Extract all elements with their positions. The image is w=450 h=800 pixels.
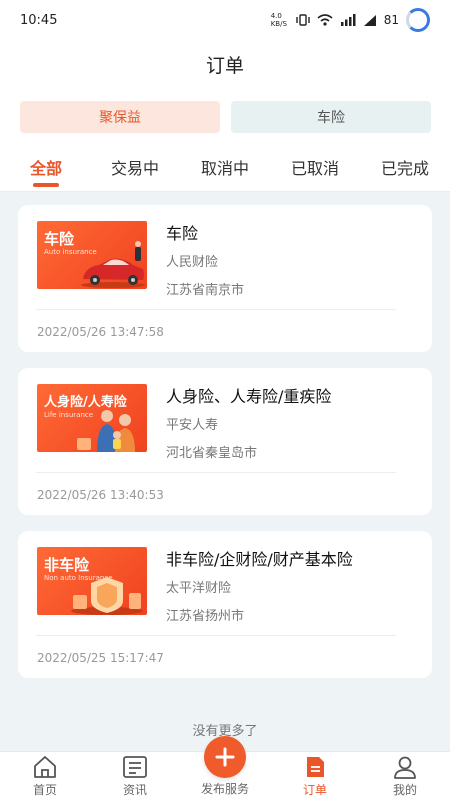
tab-label: 订单 bbox=[302, 783, 327, 797]
home-icon bbox=[34, 756, 56, 778]
order-title: 车险 bbox=[166, 224, 199, 243]
order-time: 2022/05/26 13:47:58 bbox=[37, 325, 164, 339]
network-speed: 4.0 KB/S bbox=[270, 12, 287, 28]
order-company: 平安人寿 bbox=[166, 418, 219, 433]
order-card[interactable]: 非车险 Non auto Insurance 非车险/企财险/财产基本险 太平洋… bbox=[18, 531, 432, 678]
segment-jubaoyi[interactable]: 聚保益 bbox=[20, 101, 220, 133]
status-tabs: 全部 交易中 取消中 已取消 已完成 bbox=[0, 150, 450, 190]
status-time: 10:45 bbox=[20, 12, 58, 28]
order-title: 非车险/企财险/财产基本险 bbox=[166, 550, 353, 569]
order-icon bbox=[307, 757, 324, 777]
car-illustration bbox=[81, 241, 145, 288]
order-location: 江苏省南京市 bbox=[166, 283, 245, 298]
order-company: 太平洋财险 bbox=[166, 581, 232, 596]
card-divider bbox=[36, 635, 396, 636]
publish-service-label[interactable]: 发布服务 bbox=[185, 780, 265, 797]
tab-home[interactable]: 首页 bbox=[5, 752, 85, 800]
signal-icon bbox=[340, 14, 356, 26]
thumbnail-title: 车险 bbox=[44, 230, 75, 248]
card-divider bbox=[36, 309, 396, 310]
segment-auto-insurance[interactable]: 车险 bbox=[231, 101, 431, 133]
order-location: 江苏省扬州市 bbox=[166, 609, 245, 624]
nav-bar: 订单 bbox=[0, 40, 450, 88]
order-thumbnail: 人身险/人寿险 Life insurance bbox=[37, 384, 147, 452]
thumbnail-title: 非车险 bbox=[44, 556, 90, 574]
active-tab-indicator bbox=[33, 183, 59, 187]
publish-service-button[interactable] bbox=[204, 736, 246, 778]
user-icon bbox=[394, 756, 416, 779]
order-time: 2022/05/25 15:17:47 bbox=[37, 651, 164, 665]
order-thumbnail: 车险 Auto insurance bbox=[37, 221, 147, 289]
order-title: 人身险、人寿险/重疾险 bbox=[166, 387, 332, 406]
filter-header: 聚保益 车险 全部 交易中 取消中 已取消 已完成 bbox=[0, 88, 450, 192]
battery-icon bbox=[406, 8, 430, 32]
wifi-icon bbox=[317, 14, 333, 26]
order-company: 人民财险 bbox=[166, 255, 219, 270]
status-bar: 10:45 4.0 KB/S 81 bbox=[0, 0, 450, 40]
news-icon bbox=[123, 756, 147, 778]
tab-news[interactable]: 资讯 bbox=[95, 752, 175, 800]
tab-label: 我的 bbox=[392, 783, 417, 797]
signal-icon-2 bbox=[363, 15, 376, 26]
tab-mine[interactable]: 我的 bbox=[365, 752, 445, 800]
page-title: 订单 bbox=[205, 54, 244, 77]
tab-cancelling[interactable]: 取消中 bbox=[201, 155, 249, 179]
battery-level: 81 bbox=[383, 13, 399, 27]
tab-cancelled[interactable]: 已取消 bbox=[291, 155, 339, 179]
shield-illustration bbox=[71, 577, 143, 615]
tab-completed[interactable]: 已完成 bbox=[381, 155, 429, 179]
status-icons: 4.0 KB/S 81 bbox=[271, 8, 430, 32]
tab-label: 首页 bbox=[32, 783, 57, 797]
tab-label: 资讯 bbox=[122, 783, 147, 797]
order-location: 河北省秦皇岛市 bbox=[166, 446, 258, 461]
family-illustration bbox=[77, 410, 135, 452]
segment-label: 车险 bbox=[317, 110, 345, 126]
tab-orders[interactable]: 订单 bbox=[275, 752, 355, 800]
vibrate-icon bbox=[296, 14, 310, 26]
plus-icon bbox=[215, 747, 235, 767]
order-thumbnail: 非车险 Non auto Insurance bbox=[37, 547, 147, 615]
order-card[interactable]: 人身险/人寿险 Life insurance 人身险、人寿险/重疾险 平安人寿 … bbox=[18, 368, 432, 515]
segment-label: 聚保益 bbox=[99, 110, 141, 126]
card-divider bbox=[36, 472, 396, 473]
order-card[interactable]: 车险 Auto insurance 车险 人民财险 江苏省南京市 2022/05… bbox=[18, 205, 432, 352]
tab-all[interactable]: 全部 bbox=[30, 155, 62, 179]
tab-in-progress[interactable]: 交易中 bbox=[111, 155, 159, 179]
order-time: 2022/05/26 13:40:53 bbox=[37, 488, 164, 502]
